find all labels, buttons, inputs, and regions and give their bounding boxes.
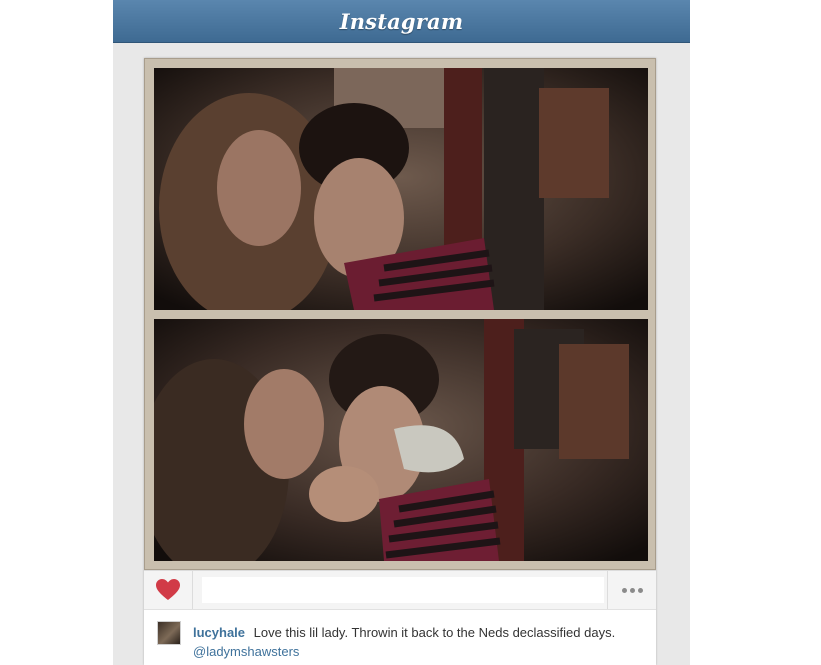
heart-icon — [156, 579, 180, 600]
more-options-button[interactable] — [607, 571, 656, 609]
page: Instagram lucyhale Love this lil lady. T… — [0, 0, 821, 665]
more-options-icon-dot — [637, 587, 643, 593]
username-link[interactable]: lucyhale — [193, 625, 245, 640]
photo-panel-top — [154, 68, 648, 310]
caption-text: Love this lil lady. Throwin it back to t… — [253, 625, 616, 640]
post-action-bar — [144, 570, 656, 610]
top-header: Instagram — [113, 0, 690, 43]
more-options-icon-dot — [629, 587, 635, 593]
comment-input[interactable] — [202, 577, 604, 603]
post-card: lucyhale Love this lil lady. Throwin it … — [144, 58, 656, 665]
mention-link[interactable]: @ladymshawsters — [193, 644, 299, 659]
post-photo[interactable] — [144, 58, 656, 570]
more-options-icon — [621, 587, 627, 593]
instagram-logo[interactable]: Instagram — [340, 9, 464, 34]
caption-text-block: lucyhale Love this lil lady. Throwin it … — [193, 623, 648, 661]
post-caption: lucyhale Love this lil lady. Throwin it … — [144, 610, 656, 665]
photo-panel-bottom — [154, 319, 648, 561]
like-button[interactable] — [144, 571, 193, 609]
avatar[interactable] — [157, 621, 181, 645]
